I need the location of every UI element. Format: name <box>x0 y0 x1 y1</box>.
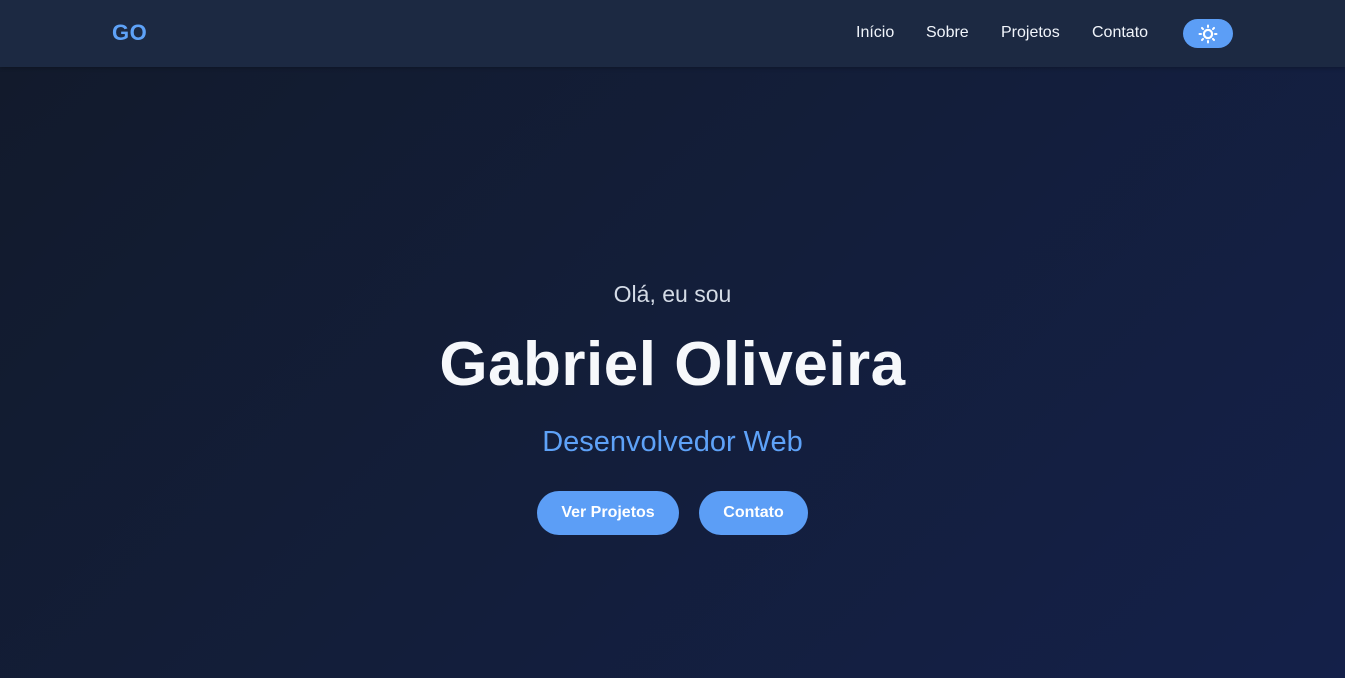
navbar: GO Início Sobre Projetos Contato <box>0 0 1345 67</box>
sun-icon <box>1198 24 1218 44</box>
contact-button[interactable]: Contato <box>699 491 808 535</box>
hero-section: Olá, eu sou Gabriel Oliveira Desenvolved… <box>0 67 1345 678</box>
hero-name: Gabriel Oliveira <box>439 330 906 399</box>
nav-link-inicio[interactable]: Início <box>856 24 894 42</box>
hero-role: Desenvolvedor Web <box>542 426 803 458</box>
hero-greeting: Olá, eu sou <box>613 281 732 307</box>
nav-link-contato[interactable]: Contato <box>1092 24 1148 42</box>
theme-toggle-button[interactable] <box>1183 19 1233 48</box>
logo[interactable]: GO <box>112 20 147 46</box>
nav-link-sobre[interactable]: Sobre <box>926 24 969 42</box>
view-projects-button[interactable]: Ver Projetos <box>537 491 679 535</box>
nav-link-projetos[interactable]: Projetos <box>1001 24 1060 42</box>
